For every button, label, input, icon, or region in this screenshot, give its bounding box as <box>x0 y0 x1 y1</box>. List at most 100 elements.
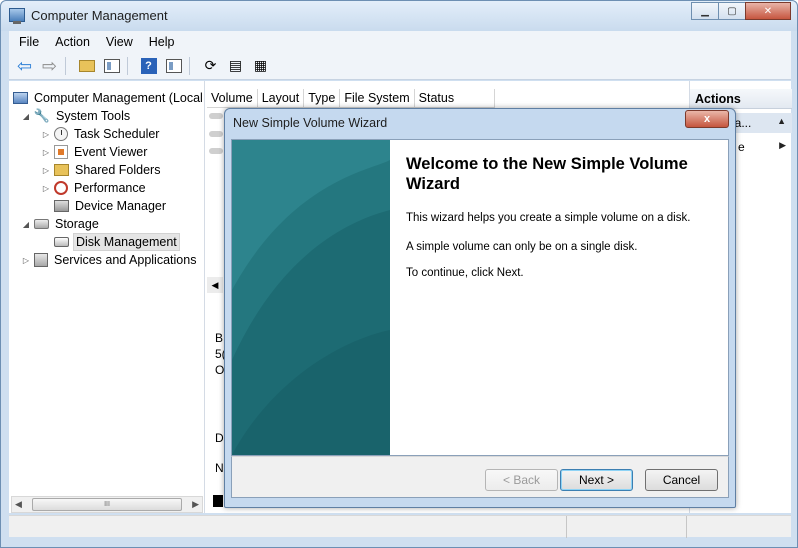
disk-label-line: B <box>215 331 224 345</box>
scroll-right-icon[interactable]: ▶ <box>192 499 199 510</box>
tree-item-label: Device Manager <box>75 199 167 213</box>
wizard-description: This wizard helps you create a simple vo… <box>406 212 691 224</box>
tree-item-label: Computer Management (Local <box>34 91 203 105</box>
properties-icon: ▤ <box>228 57 243 73</box>
export-list-button[interactable]: ▦ <box>249 55 272 77</box>
menu-action[interactable]: Action <box>47 35 98 49</box>
tree-item-label: Performance <box>74 181 146 195</box>
column-type[interactable]: Type <box>304 89 341 107</box>
column-layout[interactable]: Layout <box>258 89 305 107</box>
minimize-button[interactable]: ▁ <box>691 2 719 20</box>
computer-management-icon <box>9 8 25 24</box>
expand-icon[interactable]: ▷ <box>21 256 31 265</box>
toolbar: ⇦ ⇨ ? ⟳ ▤ ▦ <box>9 52 791 80</box>
scroll-left-icon[interactable]: ◀ <box>207 277 223 293</box>
performance-icon <box>54 181 68 195</box>
services-icon <box>34 253 48 267</box>
wizard-side-banner <box>232 140 390 455</box>
close-button[interactable]: ✕ <box>745 2 791 20</box>
properties-button[interactable]: ▤ <box>224 55 247 77</box>
tree-item-performance[interactable]: ▷ Performance <box>41 179 148 197</box>
show-hide-action-pane-button[interactable] <box>162 55 185 77</box>
volume-row-icon <box>209 113 223 119</box>
tree-item-system-tools[interactable]: ◢ 🔧 System Tools <box>21 107 132 125</box>
event-viewer-icon <box>54 145 68 159</box>
forward-arrow-icon: ⇨ <box>41 55 58 76</box>
status-pane <box>9 516 567 538</box>
computer-icon <box>13 92 28 104</box>
folder-up-icon <box>78 59 95 72</box>
back-button[interactable]: ⇦ <box>13 55 36 77</box>
action-pane-icon <box>165 58 182 73</box>
toolbar-separator <box>189 56 195 75</box>
wizard-note: A simple volume can only be on a single … <box>406 241 638 253</box>
unallocated-legend-swatch <box>213 495 223 507</box>
wizard-instruction: To continue, click Next. <box>406 267 524 279</box>
show-hide-tree-button[interactable] <box>100 55 123 77</box>
wizard-close-button[interactable]: x <box>685 110 729 128</box>
column-volume[interactable]: Volume <box>207 89 258 107</box>
column-status[interactable]: Status <box>415 89 495 107</box>
storage-icon <box>34 219 49 229</box>
console-tree: Computer Management (Local ◢ 🔧 System To… <box>9 81 205 513</box>
forward-button[interactable]: ⇨ <box>38 55 61 77</box>
next-button[interactable]: Next > <box>560 469 633 491</box>
tree-item-services-and-applications[interactable]: ▷ Services and Applications <box>21 251 198 269</box>
expand-icon[interactable]: ▷ <box>41 184 51 193</box>
tree-item-shared-folders[interactable]: ▷ Shared Folders <box>41 161 162 179</box>
tree-item-label: Services and Applications <box>54 253 197 267</box>
tree-item-computer-management[interactable]: Computer Management (Local <box>13 89 205 107</box>
wizard-title: New Simple Volume Wizard <box>233 116 388 130</box>
up-folder-button[interactable] <box>75 55 98 77</box>
tree-item-storage[interactable]: ◢ Storage <box>21 215 101 233</box>
tree-horizontal-scrollbar[interactable]: ◀ III ▶ <box>11 496 203 513</box>
tree-item-label: Task Scheduler <box>74 127 160 141</box>
menu-file[interactable]: File <box>11 35 47 49</box>
actions-header: Actions <box>690 89 792 109</box>
new-simple-volume-wizard: New Simple Volume Wizard x Welcome to th… <box>224 108 736 508</box>
tree-item-event-viewer[interactable]: ▷ Event Viewer <box>41 143 149 161</box>
back-button[interactable]: < Back <box>485 469 558 491</box>
title-bar[interactable]: Computer Management ▁ ▢ ✕ <box>1 1 797 31</box>
expand-icon[interactable]: ▷ <box>41 166 51 175</box>
refresh-icon: ⟳ <box>204 57 217 73</box>
scroll-thumb[interactable]: III <box>32 498 182 511</box>
wizard-content: Welcome to the New Simple Volume Wizard … <box>390 140 728 455</box>
menu-view[interactable]: View <box>98 35 141 49</box>
tree-item-task-scheduler[interactable]: ▷ Task Scheduler <box>41 125 161 143</box>
submenu-arrow-icon: ▶ <box>779 140 786 150</box>
toolbar-separator <box>65 56 71 75</box>
cancel-button[interactable]: Cancel <box>645 469 718 491</box>
volume-list-header: Volume Layout Type File System Status <box>207 89 495 108</box>
tree-item-label: Storage <box>55 217 99 231</box>
menu-help[interactable]: Help <box>141 35 183 49</box>
window-title: Computer Management <box>31 8 168 23</box>
tree-item-label: System Tools <box>56 109 131 123</box>
expand-icon[interactable]: ▷ <box>41 130 51 139</box>
collapse-up-icon[interactable]: ▲ <box>777 116 786 126</box>
volume-row-icon <box>209 131 223 137</box>
clock-icon <box>54 127 68 141</box>
tools-icon: 🔧 <box>33 108 51 123</box>
status-bar <box>9 515 791 538</box>
tree-item-disk-management[interactable]: Disk Management <box>54 233 180 251</box>
expand-icon[interactable]: ▷ <box>41 148 51 157</box>
tree-item-label: Event Viewer <box>74 145 148 159</box>
scroll-left-icon[interactable]: ◀ <box>15 499 22 510</box>
disk-label-line: N <box>215 461 224 475</box>
help-button[interactable]: ? <box>137 55 160 77</box>
shared-folders-icon <box>54 164 69 176</box>
export-icon: ▦ <box>253 57 268 73</box>
collapse-icon[interactable]: ◢ <box>21 220 31 229</box>
maximize-button[interactable]: ▢ <box>718 2 746 20</box>
collapse-icon[interactable]: ◢ <box>21 112 31 121</box>
refresh-button[interactable]: ⟳ <box>199 55 222 77</box>
status-pane <box>687 516 787 538</box>
help-icon: ? <box>140 57 157 74</box>
wizard-banner-art <box>232 140 390 455</box>
disk-icon <box>54 237 69 247</box>
volume-row-icon <box>209 148 223 154</box>
tree-item-device-manager[interactable]: Device Manager <box>54 197 168 215</box>
back-arrow-icon: ⇦ <box>16 55 33 76</box>
column-file-system[interactable]: File System <box>340 89 415 107</box>
